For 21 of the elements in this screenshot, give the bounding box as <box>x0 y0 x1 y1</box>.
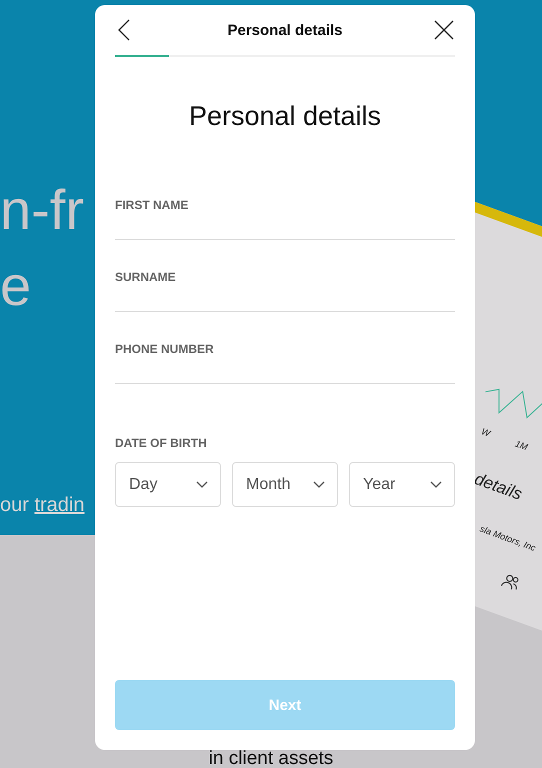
close-icon[interactable] <box>433 19 455 41</box>
field-label: DATE OF BIRTH <box>115 436 208 450</box>
chevron-down-icon <box>313 480 325 488</box>
headline: n-fr <box>0 177 84 243</box>
footer-text: in client assets <box>208 749 334 768</box>
period-label: 1M <box>514 438 530 452</box>
date-select[interactable]: Year <box>349 462 455 507</box>
headline: e <box>0 253 32 319</box>
device-heading: details <box>472 469 525 505</box>
text-field[interactable]: PHONE NUMBER <box>115 336 455 384</box>
period-label: W <box>480 426 492 439</box>
text-field[interactable]: SURNAME <box>115 264 455 312</box>
text-field[interactable]: FIRST NAME <box>115 192 455 240</box>
date-select[interactable]: Day <box>115 462 221 507</box>
dialog-title: Personal details <box>227 22 343 38</box>
chevron-down-icon <box>196 480 208 488</box>
subtitle-text: our <box>0 494 30 516</box>
subtitle-link[interactable]: tradin <box>34 494 84 516</box>
chevron-down-icon <box>430 480 442 488</box>
date-select[interactable]: Month <box>232 462 338 507</box>
dialog-heading: Personal details <box>188 101 382 132</box>
